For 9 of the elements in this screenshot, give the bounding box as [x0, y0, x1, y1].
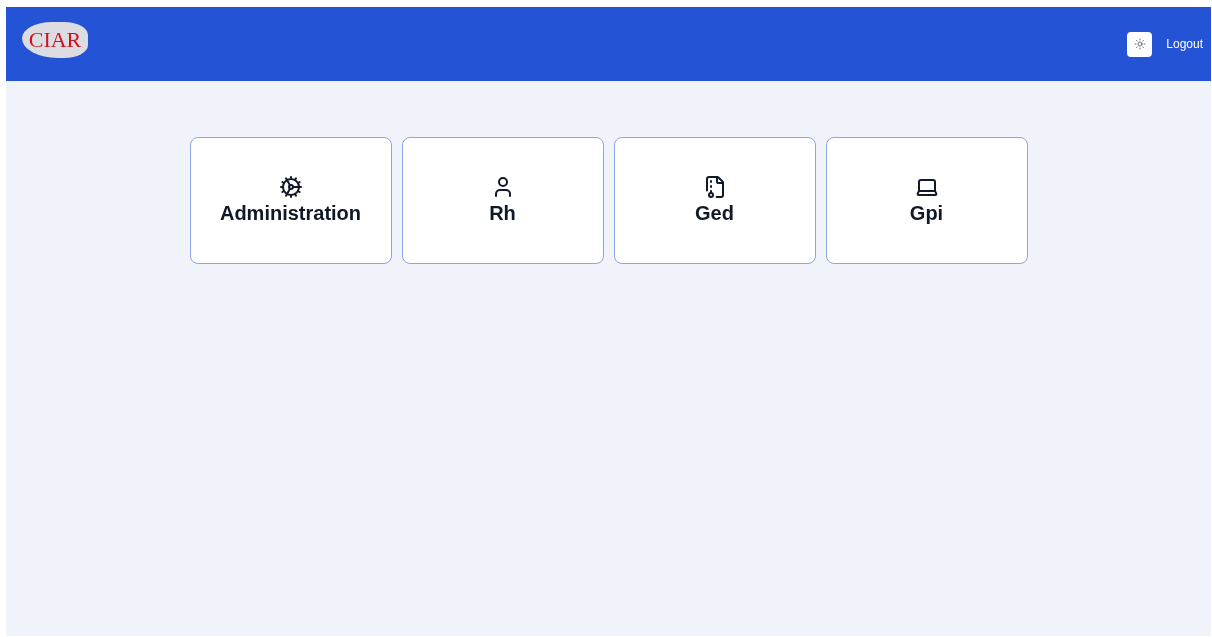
module-card[interactable]: Gpi — [825, 137, 1028, 264]
module-card[interactable]: Ged — [613, 137, 816, 264]
sun-icon — [1133, 38, 1146, 50]
logo: CIAR — [22, 22, 88, 58]
logout-link[interactable]: Logout — [1166, 36, 1203, 52]
theme-toggle-button[interactable] — [1127, 31, 1153, 57]
module-card[interactable]: Rh — [401, 137, 604, 264]
module-card[interactable]: Administration — [189, 137, 392, 264]
gear-icon — [278, 174, 303, 199]
